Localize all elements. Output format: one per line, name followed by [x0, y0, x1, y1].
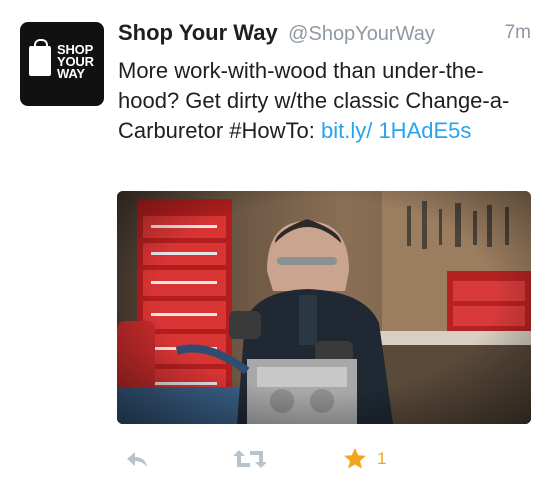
retweet-icon[interactable]: [234, 446, 266, 472]
tweet-header: Shop Your Way @ShopYourWay 7m: [118, 20, 531, 46]
star-icon[interactable]: [342, 446, 368, 472]
tweet-actions: 1: [124, 446, 524, 472]
display-name[interactable]: Shop Your Way: [118, 20, 278, 45]
tweet-photo[interactable]: [117, 191, 531, 424]
favorite-count: 1: [377, 449, 387, 468]
tweet-text: More work-with-wood than under-the-hood?…: [118, 56, 533, 146]
shopping-bag-icon: [29, 39, 51, 76]
timestamp[interactable]: 7m: [505, 22, 531, 44]
avatar-line-3: WAY: [57, 66, 85, 81]
avatar[interactable]: SHOP YOUR WAY: [20, 22, 104, 106]
reply-icon[interactable]: [124, 446, 150, 472]
tweet[interactable]: SHOP YOUR WAY Shop Your Way @ShopYourWay…: [0, 0, 551, 493]
tweet-link[interactable]: bit.ly/ 1HAdE5s: [321, 118, 471, 143]
user-handle[interactable]: @ShopYourWay: [288, 23, 435, 45]
avatar-logo-text: SHOP YOUR WAY: [57, 43, 94, 81]
photo-illustration: [117, 191, 531, 424]
